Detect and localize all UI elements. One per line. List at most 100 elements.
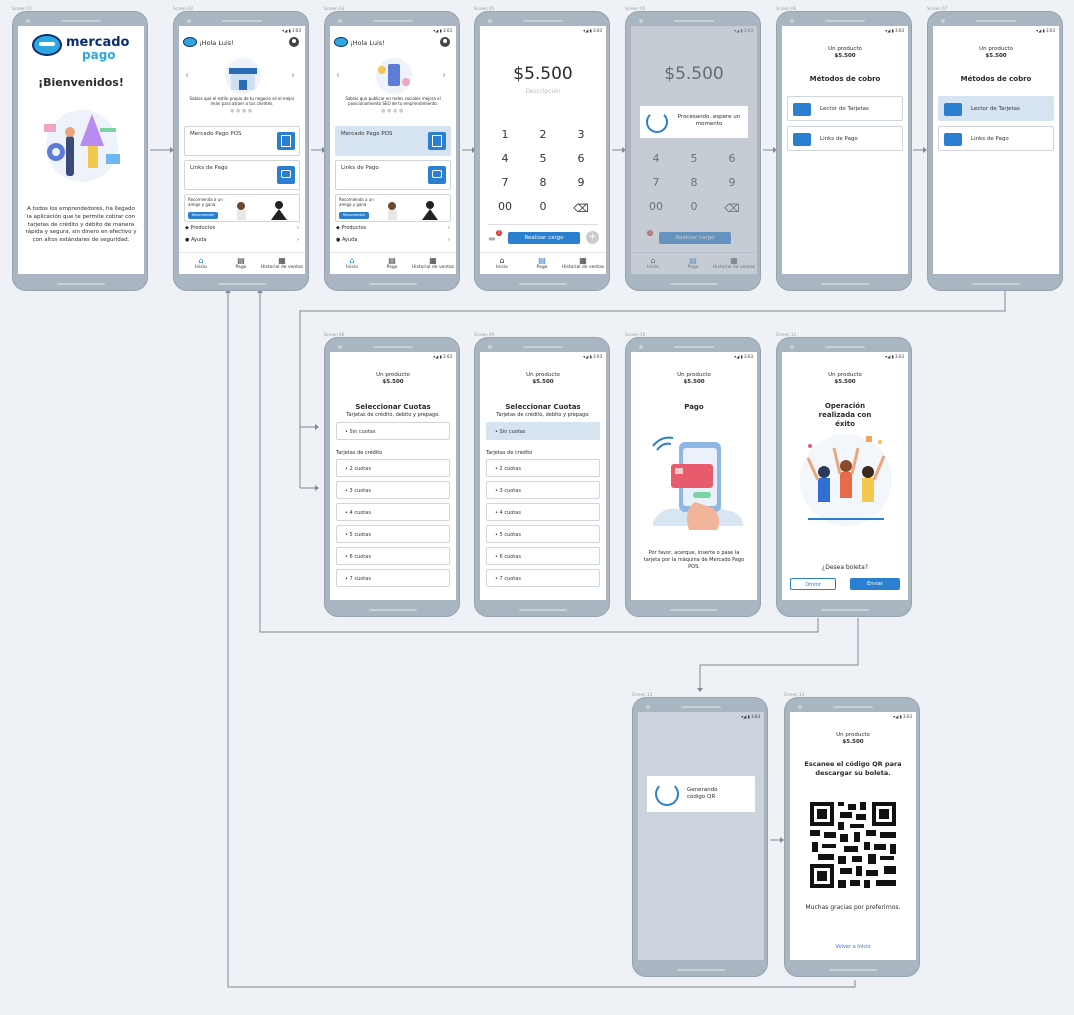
processing-text: Procesando, espere un momento [677,114,741,127]
spinner-icon [655,782,679,806]
carousel-dots: ● ● ● ● [230,108,253,114]
qr-generating-dialog: Generando código QR [647,776,755,812]
pos-card[interactable]: Mercado Pago POS [184,126,300,156]
option-5-cuotas[interactable]: • 5 cuotas [486,525,600,543]
option-6-cuotas[interactable]: • 6 cuotas [486,547,600,565]
phone-screen-01: mercado pago ¡Bienvenidos! A todos los e… [12,11,148,291]
product-price: $5.500 [842,739,864,745]
carousel-dots: ● ● ● ● [381,108,404,114]
option-4-cuotas[interactable]: • 4 cuotas [486,503,600,521]
key-7[interactable]: 7 [486,176,524,189]
carousel-next-icon[interactable]: › [442,70,446,81]
status-bar: ▾◢ ▮ 3:03 [734,354,753,359]
thanks-text: Muchas gracias por preferirnos. [805,904,901,911]
key-0[interactable]: 0 [524,200,562,213]
menu-productos[interactable]: ◆ Productos › [336,225,450,231]
greeting: ¡Hola Luis! [350,39,385,47]
cart-icon[interactable]: ▬ [488,234,496,243]
home-icon: ⌂ [499,256,505,265]
menu-ayuda[interactable]: ● Ayuda › [336,237,450,243]
phone-screen-05b: ▾◢ ▮ 3:03 $5.500 1 2 3 4 5 6 7 8 9 00 0 … [625,11,761,291]
calculator-icon [277,132,295,150]
nav-pago[interactable]: ▤Pago [532,256,552,270]
payment-links-option[interactable]: Links de Pago [938,126,1054,151]
greeting: ¡Hola Luis! [199,39,234,47]
key-9[interactable]: 9 [562,176,600,189]
menu-productos[interactable]: ◆ Productos › [185,225,299,231]
menu-ayuda[interactable]: ● Ayuda › [185,237,299,243]
option-2-cuotas[interactable]: • 2 cuotas [336,459,450,477]
nav-inicio[interactable]: ⌂Inicio [342,256,362,270]
carousel-next-icon[interactable]: › [291,70,295,81]
payment-links-option[interactable]: Links de Pago [787,126,903,151]
option-6-cuotas[interactable]: • 6 cuotas [336,547,450,565]
nav-pago[interactable]: ▤Pago [231,256,251,270]
add-icon[interactable]: + [586,231,599,244]
document-icon: ▦ [429,256,437,265]
key-2[interactable]: 2 [524,128,562,141]
nav-historial[interactable]: ▦Historial de ventas [259,256,305,270]
back-home-link[interactable]: Volver a Inicio [790,944,916,950]
links-card[interactable]: Links de Pago [335,160,451,190]
tag-icon: ◆ [185,225,189,231]
option-4-cuotas[interactable]: • 4 cuotas [336,503,450,521]
key-4[interactable]: 4 [486,152,524,165]
nav-historial[interactable]: ▦Historial de ventas [560,256,606,270]
account-icon[interactable] [289,37,299,47]
carousel-prev-icon[interactable]: ‹ [185,70,189,81]
omit-button[interactable]: Omitir [790,578,836,590]
key-1[interactable]: 1 [486,128,524,141]
mercado-pago-logo-icon [32,34,62,56]
option-sin-cuotas[interactable]: • Sin cuotas [486,422,600,440]
nav-historial[interactable]: ▦Historial de ventas [410,256,456,270]
people-illustration-icon [237,201,287,220]
amount-display: $5.500 [513,64,573,84]
phone-screen-11: ▾◢ ▮ 3:03 Un producto $5.500 Operación r… [776,337,912,617]
cuotas-title: Seleccionar Cuotas [505,403,581,411]
option-3-cuotas[interactable]: • 3 cuotas [486,481,600,499]
recommend-button[interactable]: Recomendar [339,212,369,219]
methods-title: Métodos de cobro [960,75,1032,83]
phone-screen-07: ▾◢ ▮ 3:03 Un producto $5.500 Métodos de … [927,11,1063,291]
send-button[interactable]: Enviar [850,578,900,590]
option-5-cuotas[interactable]: • 5 cuotas [336,525,450,543]
chevron-right-icon: › [448,237,450,243]
qr-code-icon [808,800,898,890]
backspace-icon[interactable]: ⌫ [562,202,600,215]
key-5[interactable]: 5 [524,152,562,165]
nav-inicio[interactable]: ⌂Inicio [191,256,211,270]
chat-link-icon [944,133,962,146]
status-bar: ▾◢ ▮ 3:03 [885,354,904,359]
key-00[interactable]: 00 [486,200,524,213]
charge-button[interactable]: Realizar cargo [508,232,580,244]
help-icon: ● [336,237,341,243]
pago-instructions: Por favor, acerque, inserte o pase la ta… [643,550,745,570]
card-reader-option[interactable]: Lector de Tarjetas [938,96,1054,121]
phone-screen-05a: ▾◢ ▮ 3:03 $5.500 Descripción 1 2 3 4 5 6… [474,11,610,291]
option-3-cuotas[interactable]: • 3 cuotas [336,481,450,499]
tag-icon: ◆ [336,225,340,231]
links-card[interactable]: Links de Pago [184,160,300,190]
pago-title: Pago [684,403,704,411]
nav-pago[interactable]: ▤Pago [382,256,402,270]
bottom-nav: ⌂Inicio ▤Pago ▦Historial de ventas [480,252,606,274]
carousel-prev-icon[interactable]: ‹ [336,70,340,81]
card-reader-icon [793,103,811,116]
key-3[interactable]: 3 [562,128,600,141]
pos-card[interactable]: Mercado Pago POS [335,126,451,156]
card-reader-option[interactable]: Lector de Tarjetas [787,96,903,121]
key-6[interactable]: 6 [562,152,600,165]
phone-screen-13: ▾◢ ▮ 3:03 Un producto $5.500 Escanee el … [784,697,920,977]
option-7-cuotas[interactable]: • 7 cuotas [486,569,600,587]
option-sin-cuotas[interactable]: • Sin cuotas [336,422,450,440]
status-bar: ▾◢ ▮ 3:03 [433,28,452,33]
phone-screen-09: ▾◢ ▮ 3:03 Un producto $5.500 Seleccionar… [474,337,610,617]
nav-inicio[interactable]: ⌂Inicio [492,256,512,270]
account-icon[interactable] [440,37,450,47]
description-field[interactable]: Descripción [480,88,606,95]
recommend-button[interactable]: Recomendar [188,212,218,219]
home-icon: ⌂ [198,256,204,265]
key-8[interactable]: 8 [524,176,562,189]
option-7-cuotas[interactable]: • 7 cuotas [336,569,450,587]
option-2-cuotas[interactable]: • 2 cuotas [486,459,600,477]
